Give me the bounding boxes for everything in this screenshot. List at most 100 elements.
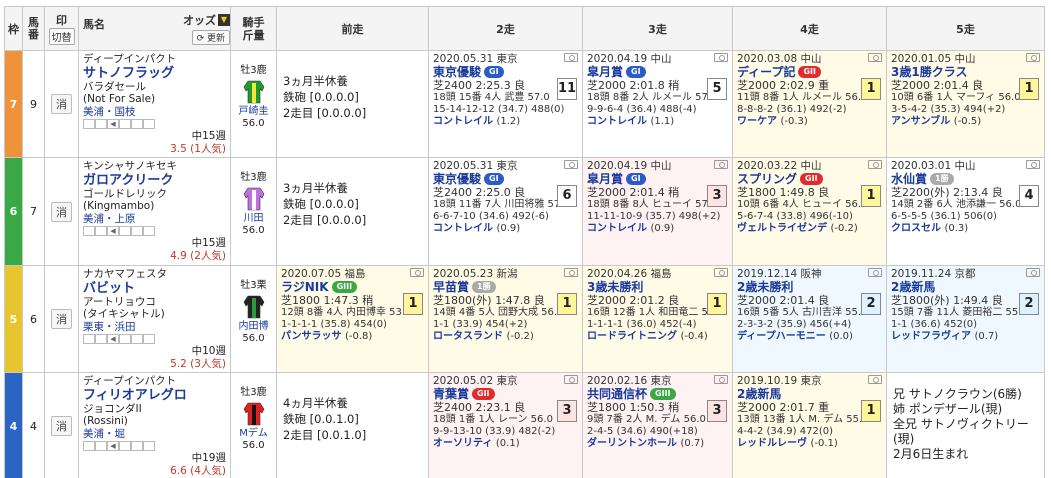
race-name[interactable]: 皐月賞: [587, 66, 623, 78]
race-name[interactable]: 2歳新馬: [737, 388, 781, 400]
winner-name[interactable]: ダーリントンホール: [587, 438, 677, 449]
race-name[interactable]: 3歳1勝クラス: [891, 66, 967, 78]
winner-name[interactable]: ロードライトニング: [587, 331, 677, 342]
mark-button[interactable]: 消: [51, 416, 72, 436]
memo-box-icon[interactable]: [119, 441, 131, 451]
winner-name[interactable]: クロスセル: [891, 223, 941, 234]
race-name[interactable]: 早苗賞: [433, 281, 469, 293]
memo-box-icon[interactable]: ◀: [107, 441, 119, 451]
video-icon[interactable]: [1026, 53, 1040, 62]
race-name[interactable]: ラジNIK: [281, 281, 329, 293]
memo-box-icon[interactable]: ◀: [107, 226, 119, 236]
memo-box-icon[interactable]: [143, 119, 155, 129]
past-race[interactable]: 2020.05.31 東京 東京優駿 GI 6 芝2400 2:25.0 良 18…: [428, 157, 583, 266]
stable[interactable]: 美浦・上原: [83, 213, 226, 226]
mark-button[interactable]: 消: [51, 309, 72, 329]
race-name[interactable]: スプリング: [737, 173, 797, 185]
winner-name[interactable]: レッドルレーヴ: [737, 438, 807, 449]
past-race[interactable]: 2020.05.02 東京 青葉賞 GII 3 芝2400 2:23.1 良 18…: [428, 372, 583, 478]
stable[interactable]: 美浦・堀: [83, 428, 226, 441]
winner-name[interactable]: コントレイル: [433, 116, 493, 127]
kirikae-button[interactable]: 切替: [48, 28, 75, 45]
horse-name[interactable]: フィリオアレグロ: [83, 388, 226, 403]
memo-box-icon[interactable]: [143, 334, 155, 344]
memo-box-icon[interactable]: [119, 226, 131, 236]
video-icon[interactable]: [1026, 268, 1040, 277]
race-name[interactable]: 東京優駿: [433, 66, 481, 78]
race-name[interactable]: 3歳未勝利: [587, 281, 643, 293]
video-icon[interactable]: [868, 160, 882, 169]
memo-box-icon[interactable]: [119, 334, 131, 344]
jockey-name[interactable]: 戸崎圭: [231, 106, 276, 118]
race-name[interactable]: 2歳未勝利: [737, 281, 793, 293]
jockey-name[interactable]: 内田博: [231, 321, 276, 333]
video-icon[interactable]: [564, 160, 578, 169]
race-name[interactable]: 共同通信杯: [587, 388, 647, 400]
winner-name[interactable]: ロータスランド: [433, 331, 503, 342]
winner-name[interactable]: コントレイル: [433, 223, 493, 234]
video-icon[interactable]: [564, 268, 578, 277]
memo-box-icon[interactable]: [131, 441, 143, 451]
race-name[interactable]: 皐月賞: [587, 173, 623, 185]
memo-box-icon[interactable]: [83, 119, 95, 129]
memo-box-icon[interactable]: [131, 119, 143, 129]
horse-name[interactable]: バビット: [83, 281, 226, 296]
video-icon[interactable]: [714, 160, 728, 169]
memo-boxes[interactable]: ◀: [83, 334, 226, 344]
video-icon[interactable]: [868, 268, 882, 277]
video-icon[interactable]: [1026, 160, 1040, 169]
video-icon[interactable]: [564, 53, 578, 62]
winner-name[interactable]: パンサラッサ: [281, 331, 342, 342]
past-race[interactable]: 2020.03.22 中山 スプリング GII 1 芝1800 1:49.8 良 …: [732, 157, 887, 266]
memo-box-icon[interactable]: [119, 119, 131, 129]
past-race[interactable]: 2020.03.08 中山 ディープ記 GII 1 芝2000 2:02.9 重 …: [732, 50, 887, 158]
past-race[interactable]: 2020.02.16 東京 共同通信杯 GIII 3 芝1800 1:50.3 稍…: [582, 372, 733, 478]
video-icon[interactable]: [564, 375, 578, 384]
video-icon[interactable]: [714, 268, 728, 277]
mark-button[interactable]: 消: [51, 201, 72, 222]
horse-name[interactable]: サトノフラッグ: [83, 66, 226, 81]
horse-name[interactable]: ガロアクリーク: [83, 173, 226, 188]
winner-name[interactable]: アンサンブル: [891, 116, 950, 127]
jockey-name[interactable]: Mデム: [231, 428, 276, 440]
memo-box-icon[interactable]: [131, 334, 143, 344]
past-race[interactable]: 2020.04.19 中山 皐月賞 GI 5 芝2000 2:01.8 稍 18頭…: [582, 50, 733, 158]
memo-boxes[interactable]: ◀: [83, 119, 226, 129]
past-race[interactable]: 2020.03.01 中山 水仙賞 1勝 4 芝2200(外) 2:13.4 良 …: [886, 157, 1045, 266]
winner-name[interactable]: ヴェルトライゼンデ: [737, 223, 827, 234]
memo-box-icon[interactable]: [83, 226, 95, 236]
update-button[interactable]: ⟳ 更新: [191, 30, 230, 45]
memo-boxes[interactable]: ◀: [83, 226, 226, 236]
winner-name[interactable]: レッドフラヴィア: [891, 331, 971, 342]
winner-name[interactable]: ワーケア: [737, 116, 777, 127]
memo-box-icon[interactable]: ◀: [107, 119, 119, 129]
memo-box-icon[interactable]: [95, 226, 107, 236]
past-race[interactable]: 2019.10.19 東京 2歳新馬 1 芝2000 2:01.7 重 13頭 …: [732, 372, 887, 478]
stable[interactable]: 栗東・浜田: [83, 321, 226, 334]
mark-button[interactable]: 消: [51, 94, 72, 114]
video-icon[interactable]: [868, 375, 882, 384]
memo-box-icon[interactable]: ◀: [107, 334, 119, 344]
winner-name[interactable]: コントレイル: [587, 116, 647, 127]
memo-box-icon[interactable]: [95, 334, 107, 344]
past-race[interactable]: 2020.07.05 福島 ラジNIK GIII 1 芝1800 1:47.3 稍…: [276, 265, 429, 373]
jockey-name[interactable]: 川田: [231, 213, 276, 225]
past-race[interactable]: 2020.05.23 新潟 早苗賞 1勝 1 芝1800(外) 1:47.8 良 …: [428, 265, 583, 373]
past-race[interactable]: 2019.12.14 阪神 2歳未勝利 2 芝2000 2:01.4 良 16頭…: [732, 265, 887, 373]
memo-box-icon[interactable]: [83, 441, 95, 451]
race-name[interactable]: 水仙賞: [891, 173, 927, 185]
memo-box-icon[interactable]: [143, 226, 155, 236]
memo-box-icon[interactable]: [143, 441, 155, 451]
memo-box-icon[interactable]: [95, 119, 107, 129]
winner-name[interactable]: コントレイル: [587, 223, 647, 234]
race-name[interactable]: 2歳新馬: [891, 281, 935, 293]
race-name[interactable]: 東京優駿: [433, 173, 481, 185]
past-race[interactable]: 2020.05.31 東京 東京優駿 GI 11 芝2400 2:25.3 良 1…: [428, 50, 583, 158]
winner-name[interactable]: ディープハーモニー: [737, 331, 826, 342]
memo-box-icon[interactable]: [83, 334, 95, 344]
memo-box-icon[interactable]: [131, 226, 143, 236]
video-icon[interactable]: [714, 375, 728, 384]
past-race[interactable]: 2019.11.24 京都 2歳新馬 2 芝1800(外) 1:49.4 良 1…: [886, 265, 1045, 373]
video-icon[interactable]: [868, 53, 882, 62]
odds-sort-icon[interactable]: ▼: [218, 14, 230, 26]
